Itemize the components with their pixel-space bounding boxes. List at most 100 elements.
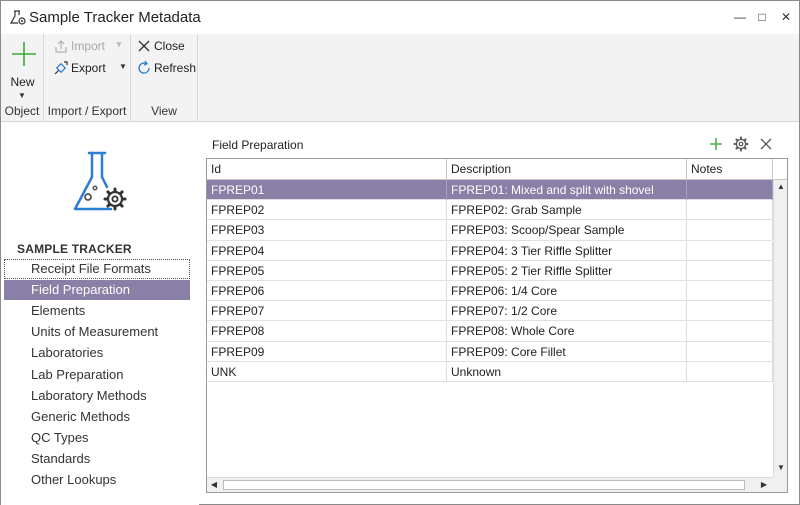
scroll-up-arrow-icon[interactable]: ▲ [774, 180, 787, 194]
cell-description[interactable]: FPREP08: Whole Core [447, 321, 687, 342]
cell-id[interactable]: UNK [207, 361, 447, 382]
add-icon[interactable] [707, 135, 725, 153]
sidebar-item-elements[interactable]: Elements [4, 301, 190, 321]
sidebar-item-lab-preparation[interactable]: Lab Preparation [4, 365, 190, 385]
cell-notes[interactable] [687, 321, 773, 342]
window-close-button[interactable]: ✕ [775, 7, 797, 27]
ribbon-group-object: New ▼ Object [1, 34, 44, 122]
table-row[interactable]: UNK Unknown [207, 361, 773, 382]
scroll-right-arrow-icon[interactable]: ▶ [757, 478, 771, 492]
data-grid[interactable]: Id Description Notes FPREP01 FPREP01: Mi… [206, 158, 788, 493]
cell-notes[interactable] [687, 220, 773, 241]
left-nav-pane: SAMPLE TRACKER Receipt File Formats Fiel… [1, 123, 199, 505]
table-row[interactable]: FPREP01 FPREP01: Mixed and split with sh… [207, 180, 773, 201]
cell-notes[interactable] [687, 180, 773, 200]
minimize-button[interactable]: — [729, 7, 751, 27]
window-title: Sample Tracker Metadata [29, 9, 201, 26]
export-icon [54, 61, 68, 75]
ribbon-group-import-export: Import ▼ Export ▼ Import / Export [44, 34, 131, 122]
close-label: Close [154, 39, 185, 53]
flask-gear-icon [9, 10, 26, 25]
gear-icon[interactable] [732, 135, 750, 153]
table-row[interactable]: FPREP04 FPREP04: 3 Tier Riffle Splitter [207, 240, 773, 261]
export-label: Export [71, 61, 106, 75]
cell-description[interactable]: FPREP09: Core Fillet [447, 341, 687, 362]
group-label-import-export: Import / Export [47, 104, 127, 118]
table-row[interactable]: FPREP08 FPREP08: Whole Core [207, 321, 773, 342]
ribbon-group-view: Close Refresh View [131, 34, 198, 122]
cell-description[interactable]: FPREP02: Grab Sample [447, 200, 687, 221]
export-button[interactable]: Export ▼ [53, 58, 127, 78]
cell-description[interactable]: FPREP01: Mixed and split with shovel [447, 180, 687, 200]
column-header-notes[interactable]: Notes [687, 159, 773, 180]
cell-id[interactable]: FPREP04 [207, 240, 447, 261]
grid-rows: FPREP01 FPREP01: Mixed and split with sh… [207, 180, 773, 382]
import-icon [55, 40, 67, 53]
table-row[interactable]: FPREP03 FPREP03: Scoop/Spear Sample [207, 220, 773, 241]
import-button[interactable]: Import ▼ [53, 36, 125, 56]
close-button[interactable]: Close [136, 36, 194, 56]
vertical-scrollbar[interactable]: ▲ ▼ [773, 180, 787, 477]
table-row[interactable]: FPREP05 FPREP05: 2 Tier Riffle Splitter [207, 260, 773, 281]
new-button[interactable]: New ▼ [4, 38, 41, 100]
cell-id[interactable]: FPREP03 [207, 220, 447, 241]
cell-notes[interactable] [687, 301, 773, 322]
group-label-view: View [151, 104, 177, 118]
horizontal-scroll-thumb[interactable] [223, 480, 745, 490]
cell-description[interactable]: FPREP06: 1/4 Core [447, 280, 687, 301]
cell-notes[interactable] [687, 260, 773, 281]
sidebar-item-receipt-file-formats[interactable]: Receipt File Formats [4, 259, 190, 279]
sidebar-item-qc-types[interactable]: QC Types [4, 428, 190, 448]
cell-id[interactable]: FPREP05 [207, 260, 447, 281]
sidebar-item-laboratories[interactable]: Laboratories [4, 343, 190, 363]
sidebar-item-other-lookups[interactable]: Other Lookups [4, 470, 190, 490]
cell-id[interactable]: FPREP07 [207, 301, 447, 322]
grid-header: Id Description Notes [207, 159, 787, 180]
chevron-down-icon: ▼ [119, 62, 127, 71]
new-button-label: New [10, 75, 35, 89]
ribbon: New ▼ Object Import ▼ Export ▼ Import / … [1, 34, 799, 122]
table-row[interactable]: FPREP02 FPREP02: Grab Sample [207, 200, 773, 221]
column-header-description[interactable]: Description [447, 159, 687, 180]
refresh-button[interactable]: Refresh [136, 58, 196, 78]
cell-description[interactable]: Unknown [447, 361, 687, 382]
sidebar-item-field-preparation[interactable]: Field Preparation [4, 280, 190, 300]
cell-id[interactable]: FPREP09 [207, 341, 447, 362]
chevron-down-icon: ▼ [115, 40, 123, 49]
cell-id[interactable]: FPREP08 [207, 321, 447, 342]
refresh-label: Refresh [154, 61, 197, 75]
maximize-button[interactable]: □ [751, 7, 773, 27]
cell-description[interactable]: FPREP05: 2 Tier Riffle Splitter [447, 260, 687, 281]
cell-id[interactable]: FPREP01 [207, 180, 447, 200]
scroll-left-arrow-icon[interactable]: ◀ [207, 478, 221, 492]
sidebar-item-generic-methods[interactable]: Generic Methods [4, 407, 190, 427]
cell-notes[interactable] [687, 280, 773, 301]
table-row[interactable]: FPREP06 FPREP06: 1/4 Core [207, 280, 773, 302]
column-header-id[interactable]: Id [207, 159, 447, 180]
sidebar-item-laboratory-methods[interactable]: Laboratory Methods [4, 386, 190, 406]
close-icon[interactable] [757, 135, 775, 153]
table-row[interactable]: FPREP07 FPREP07: 1/2 Core [207, 301, 773, 322]
close-icon [138, 40, 150, 52]
cell-id[interactable]: FPREP06 [207, 280, 447, 301]
cell-id[interactable]: FPREP02 [207, 200, 447, 221]
cell-notes[interactable] [687, 361, 773, 382]
cell-notes[interactable] [687, 200, 773, 221]
horizontal-scrollbar[interactable]: ◀ ▶ [207, 477, 773, 492]
cell-description[interactable]: FPREP04: 3 Tier Riffle Splitter [447, 240, 687, 261]
cell-description[interactable]: FPREP03: Scoop/Spear Sample [447, 220, 687, 241]
cell-notes[interactable] [687, 341, 773, 362]
sidebar-item-units-of-measurement[interactable]: Units of Measurement [4, 322, 190, 342]
plus-icon [12, 42, 36, 66]
flask-gear-icon [73, 151, 127, 211]
scroll-down-arrow-icon[interactable]: ▼ [774, 461, 787, 475]
scrollbar-corner [773, 477, 787, 492]
cell-description[interactable]: FPREP07: 1/2 Core [447, 301, 687, 322]
cell-notes[interactable] [687, 240, 773, 261]
sidebar-item-standards[interactable]: Standards [4, 449, 190, 469]
table-row[interactable]: FPREP09 FPREP09: Core Fillet [207, 341, 773, 362]
app-window: Sample Tracker Metadata — □ ✕ New ▼ Obje… [0, 0, 800, 505]
panel-title: Field Preparation [212, 138, 304, 152]
refresh-icon [138, 60, 150, 74]
group-label-object: Object [4, 104, 40, 118]
